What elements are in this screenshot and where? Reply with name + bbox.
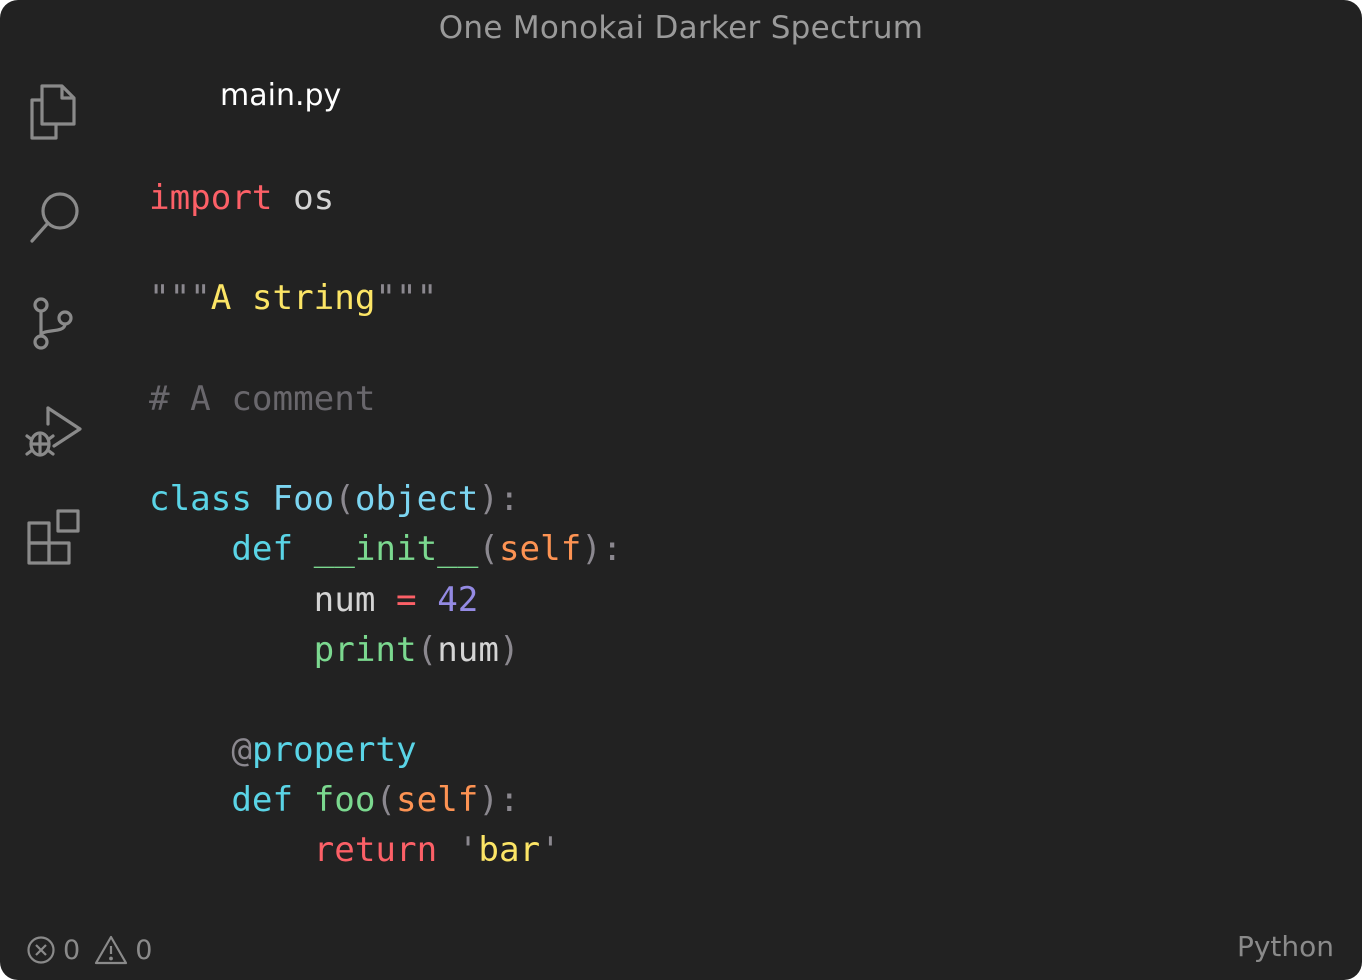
code-line: # A comment xyxy=(149,374,622,424)
code-line: def __init__(self): xyxy=(149,524,622,574)
code-token: ' xyxy=(540,830,561,871)
code-token: ( xyxy=(375,780,397,821)
error-icon xyxy=(27,936,55,964)
code-token: return xyxy=(313,830,438,871)
code-token: os xyxy=(272,178,335,218)
code-line: return 'bar' xyxy=(149,825,622,875)
code-token: # A comment xyxy=(149,378,376,419)
code-token: ): xyxy=(478,479,520,520)
code-line: ​ xyxy=(149,223,622,273)
code-line: import os xyxy=(149,173,622,223)
error-count: 0 xyxy=(63,934,81,966)
code-line: @property xyxy=(149,725,622,775)
code-line: ​ xyxy=(149,424,622,474)
code-token: num xyxy=(149,579,396,620)
code-token: object xyxy=(354,479,479,520)
code-token: """ xyxy=(375,278,438,319)
code-token: self xyxy=(498,529,582,570)
code-token: """ xyxy=(149,278,211,319)
code-line: ​ xyxy=(149,324,622,374)
code-token: property xyxy=(251,730,417,771)
code-editor[interactable]: import os​"""A string"""​# A comment​cla… xyxy=(149,173,622,876)
code-token: A string xyxy=(210,278,376,319)
code-token: ) xyxy=(498,629,520,670)
code-line: num = 42 xyxy=(149,575,622,625)
code-token: __init__ xyxy=(313,529,479,570)
code-token: self xyxy=(396,780,479,821)
language-mode[interactable]: Python xyxy=(1237,930,1334,963)
tab-main-py[interactable]: main.py xyxy=(220,78,341,113)
code-token: Foo xyxy=(272,479,335,520)
code-token: ): xyxy=(581,529,623,570)
code-token: def xyxy=(231,780,294,821)
warning-count: 0 xyxy=(135,934,153,966)
code-token: ( xyxy=(478,529,499,570)
code-line: print(num) xyxy=(149,625,622,675)
code-line: def foo(self): xyxy=(149,775,622,825)
warning-icon xyxy=(95,935,128,965)
extensions-icon[interactable] xyxy=(22,505,84,567)
source-control-icon[interactable] xyxy=(22,292,84,354)
code-token: num xyxy=(437,629,499,670)
search-icon[interactable] xyxy=(22,185,84,247)
code-token: bar xyxy=(478,830,541,871)
code-token: import xyxy=(149,178,273,218)
code-token: ): xyxy=(478,780,520,821)
code-token: = xyxy=(396,579,417,620)
code-token: def xyxy=(231,529,294,570)
problems-indicator[interactable]: 0 0 xyxy=(26,932,166,968)
code-token: foo xyxy=(313,780,376,821)
window-title: One Monokai Darker Spectrum xyxy=(438,10,924,46)
code-line: ​ xyxy=(149,675,622,725)
code-token: ( xyxy=(334,479,355,520)
run-debug-icon[interactable] xyxy=(22,398,84,460)
code-token: ( xyxy=(416,629,438,670)
code-line: class Foo(object): xyxy=(149,474,622,524)
code-token: 42 xyxy=(437,579,479,620)
code-token: ' xyxy=(457,830,479,871)
code-line: """A string""" xyxy=(149,273,622,323)
code-token: print xyxy=(313,629,417,670)
code-token: class xyxy=(149,479,252,520)
files-icon[interactable] xyxy=(22,80,84,142)
editor-window: One Monokai Darker Spectrum main.py impo… xyxy=(0,0,1362,980)
code-token: @ xyxy=(231,730,252,771)
